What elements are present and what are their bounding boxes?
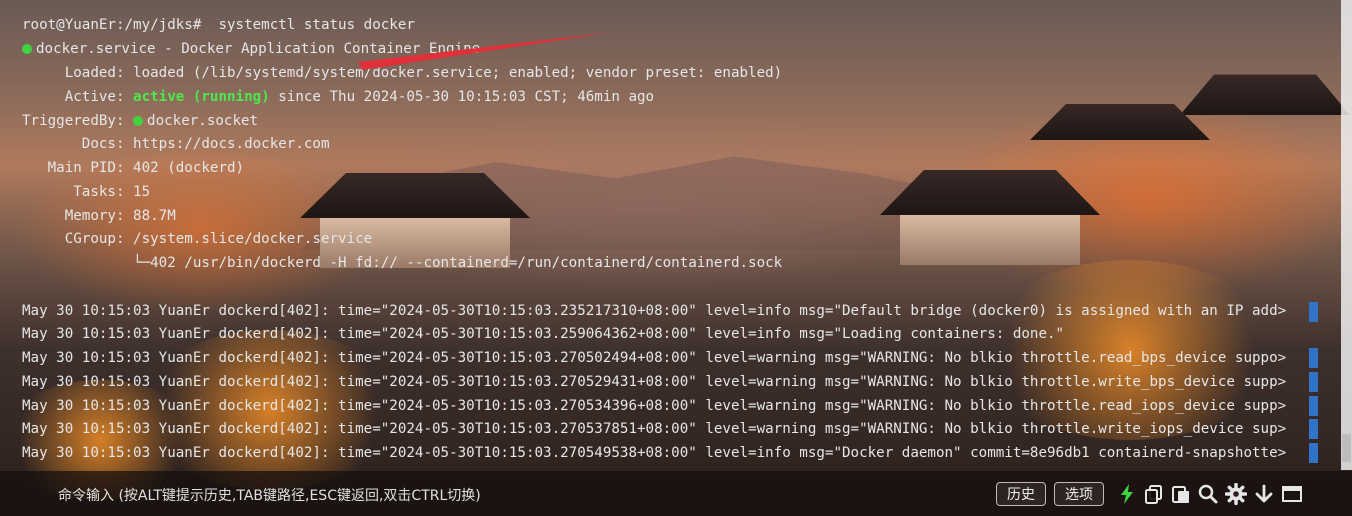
overflow-marker xyxy=(1309,443,1318,463)
download-icon[interactable] xyxy=(1253,483,1275,505)
history-button[interactable]: 历史 xyxy=(996,482,1046,506)
scrollbar-thumb[interactable] xyxy=(1342,434,1351,462)
vertical-scrollbar[interactable] xyxy=(1341,0,1352,470)
terminal-output[interactable]: root@YuanEr:/my/jdks# systemctl status d… xyxy=(0,0,1330,478)
log-line: May 30 10:15:03 YuanEr dockerd[402]: tim… xyxy=(22,303,1287,319)
log-line: May 30 10:15:03 YuanEr dockerd[402]: tim… xyxy=(22,398,1287,414)
loaded-label: Loaded: xyxy=(22,65,125,81)
active-state: active (running) xyxy=(133,89,270,105)
cgroup-child-line: └─402 /usr/bin/dockerd -H fd:// --contai… xyxy=(22,255,783,271)
active-line: Active: active (running) since Thu 2024-… xyxy=(22,86,654,110)
tasks-line: Tasks: 15 xyxy=(22,184,151,200)
log-line: May 30 10:15:03 YuanEr dockerd[402]: tim… xyxy=(22,326,1065,342)
active-rest: since Thu 2024-05-30 10:15:03 CST; 46min… xyxy=(269,89,655,105)
overflow-marker xyxy=(1309,419,1318,439)
options-button[interactable]: 选项 xyxy=(1054,482,1104,506)
cgroup-line: CGroup: /system.slice/docker.service xyxy=(22,231,373,247)
memory-line: Memory: 88.7M xyxy=(22,208,176,224)
docs-line: Docs: https://docs.docker.com xyxy=(22,136,330,152)
lightning-icon[interactable] xyxy=(1116,483,1138,505)
overflow-marker xyxy=(1309,396,1318,416)
log-line: May 30 10:15:03 YuanEr dockerd[402]: tim… xyxy=(22,421,1287,437)
triggered-line: TriggeredBy: docker.socket xyxy=(22,110,258,134)
window-icon[interactable] xyxy=(1281,483,1303,505)
command-input[interactable]: 命令输入 (按ALT键提示历史,TAB键路径,ESC键返回,双击CTRL切换) xyxy=(58,485,481,505)
log-line: May 30 10:15:03 YuanEr dockerd[402]: tim… xyxy=(22,445,1287,461)
gear-icon[interactable] xyxy=(1225,483,1247,505)
log-line: May 30 10:15:03 YuanEr dockerd[402]: tim… xyxy=(22,374,1287,390)
paste-icon[interactable] xyxy=(1170,483,1192,505)
triggered-value: docker.socket xyxy=(147,113,259,129)
overflow-marker xyxy=(1309,348,1318,368)
active-label: Active: xyxy=(22,89,125,105)
log-line: May 30 10:15:03 YuanEr dockerd[402]: tim… xyxy=(22,350,1287,366)
command-input-bar: 命令输入 (按ALT键提示历史,TAB键路径,ESC键返回,双击CTRL切换) … xyxy=(0,471,1352,516)
copy-icon[interactable] xyxy=(1143,483,1165,505)
overflow-marker xyxy=(1309,302,1318,322)
status-dot-icon xyxy=(22,44,32,54)
annotation-arrow-icon xyxy=(358,32,614,70)
search-icon[interactable] xyxy=(1197,483,1219,505)
triggered-label: TriggeredBy: xyxy=(22,113,125,129)
pid-line: Main PID: 402 (dockerd) xyxy=(22,160,245,176)
overflow-marker xyxy=(1309,372,1318,392)
socket-dot-icon xyxy=(133,116,144,126)
